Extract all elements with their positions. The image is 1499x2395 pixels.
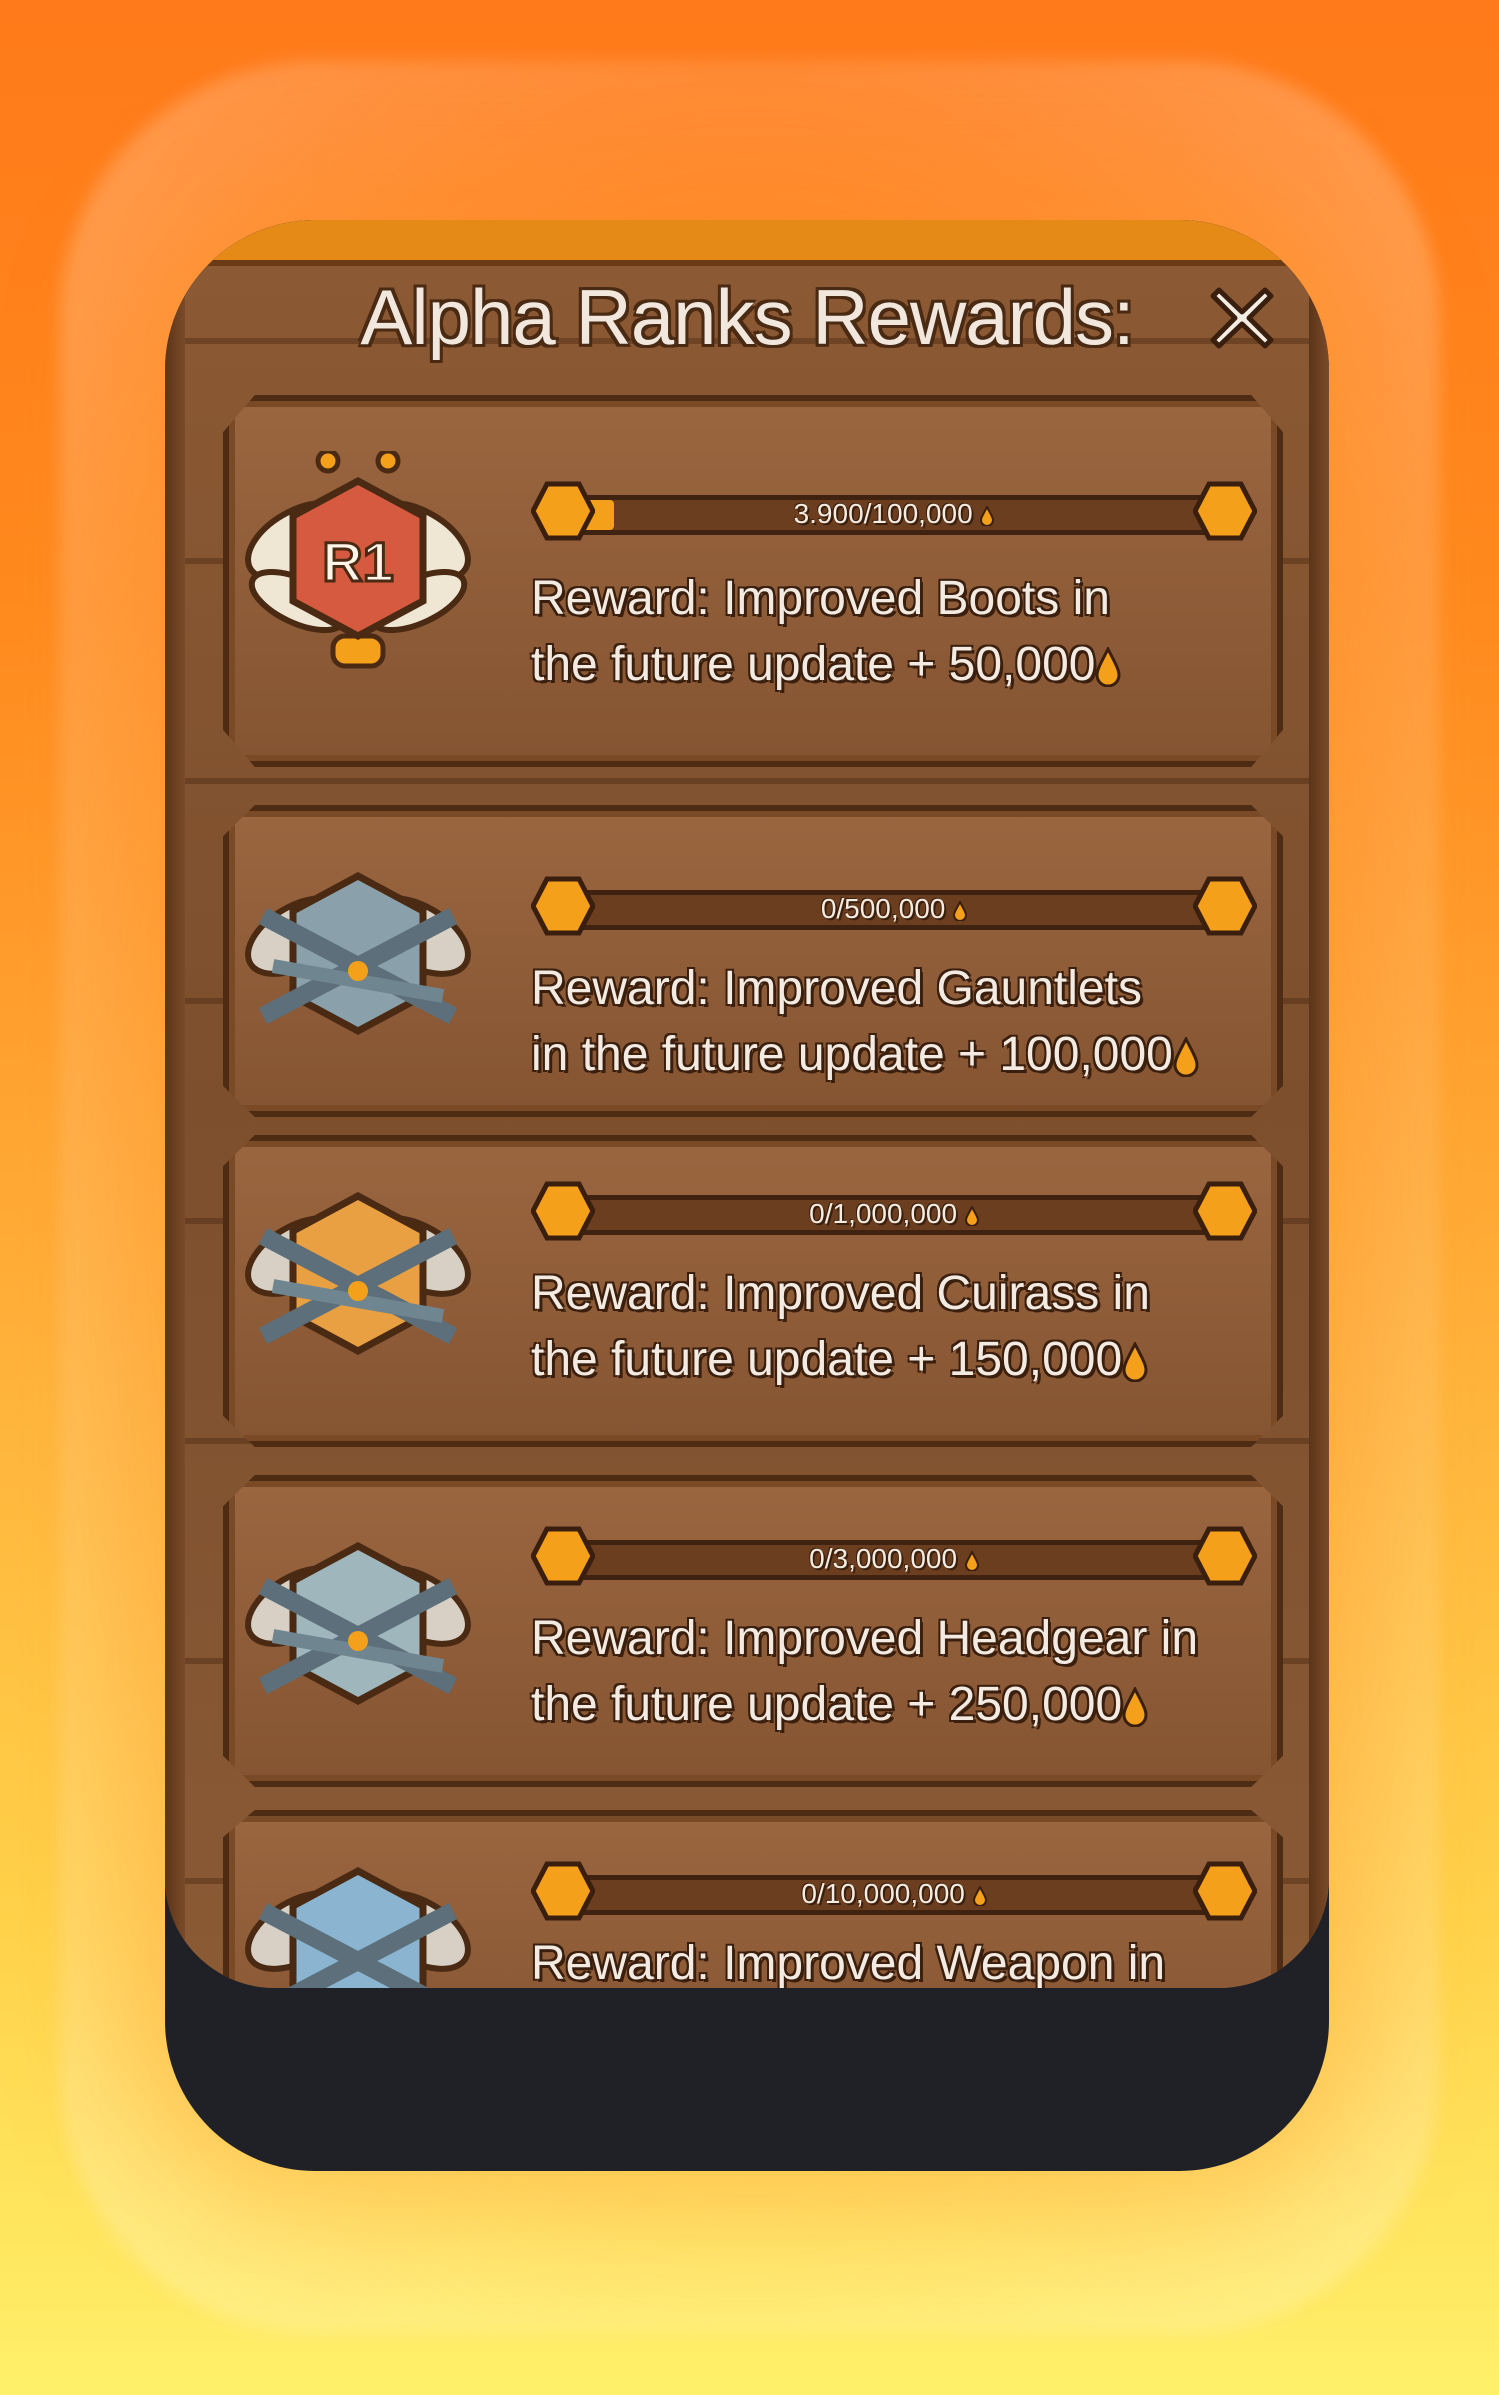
honey-drop-icon <box>980 505 995 526</box>
hex-end-icon <box>1193 876 1257 936</box>
rank-card-r2[interactable]: 0/500,000 Reward: Improved Gauntlets in … <box>223 805 1283 1117</box>
progress-bar: 0/3,000,000 <box>531 1526 1257 1586</box>
locked-rank-badge-icon <box>245 872 471 1035</box>
page-title: Alpha Ranks Rewards: <box>360 273 1134 361</box>
hex-start-icon <box>531 1181 595 1241</box>
progress-bar: 0/1,000,000 <box>531 1181 1257 1241</box>
honey-drop-icon <box>1095 647 1121 688</box>
hex-end-icon <box>1193 481 1257 541</box>
close-icon[interactable] <box>1207 282 1277 352</box>
honey-drop-icon <box>1173 1037 1199 1078</box>
progress-text: 3.900/100,000 <box>576 498 1212 530</box>
reward-text: Reward: Improved Cuirass in the future u… <box>531 1267 1150 1386</box>
locked-rank-badge-icon <box>245 1867 471 1988</box>
hex-end-icon <box>1193 1526 1257 1586</box>
locked-rank-badge-icon <box>245 1542 471 1705</box>
locked-rank-badge-icon <box>245 1192 471 1355</box>
rewards-panel[interactable]: Alpha Ranks Rewards: R1 3.900/100,000 Re… <box>165 220 1329 1988</box>
hex-end-icon <box>1193 1181 1257 1241</box>
rank-card-r3[interactable]: 0/1,000,000 Reward: Improved Cuirass in … <box>223 1135 1283 1447</box>
rank-card-r5[interactable]: 0/10,000,000 Reward: Improved Weapon in <box>223 1810 1283 1988</box>
progress-text: 0/500,000 <box>576 893 1212 925</box>
rank-card-r1[interactable]: R1 3.900/100,000 Reward: Improved Boots … <box>223 395 1283 767</box>
reward-text: Reward: Improved Headgear in the future … <box>531 1612 1199 1731</box>
honey-border <box>165 220 1329 266</box>
progress-text: 0/10,000,000 <box>576 1878 1212 1910</box>
hex-start-icon <box>531 876 595 936</box>
rank-card-r4[interactable]: 0/3,000,000 Reward: Improved Headgear in… <box>223 1475 1283 1787</box>
badge-label: R1 <box>322 530 394 593</box>
hex-start-icon <box>531 481 595 541</box>
honey-drop-icon <box>953 900 968 921</box>
progress-text: 0/3,000,000 <box>576 1543 1212 1575</box>
right-pillar <box>1309 220 1329 1988</box>
progress-bar: 0/10,000,000 <box>531 1861 1257 1921</box>
hex-end-icon <box>1193 1861 1257 1921</box>
left-pillar <box>165 220 185 1988</box>
reward-text: Reward: Improved Weapon in <box>531 1937 1166 1988</box>
progress-text: 0/1,000,000 <box>576 1198 1212 1230</box>
progress-bar: 3.900/100,000 <box>531 481 1257 541</box>
reward-text: Reward: Improved Boots in the future upd… <box>531 566 1257 698</box>
honey-drop-icon <box>1122 1342 1148 1383</box>
hex-start-icon <box>531 1526 595 1586</box>
hex-start-icon <box>531 1861 595 1921</box>
honey-drop-icon <box>964 1550 979 1571</box>
progress-bar: 0/500,000 <box>531 876 1257 936</box>
honey-drop-icon <box>972 1885 987 1906</box>
honey-drop-icon <box>1122 1687 1148 1728</box>
phone-frame: Alpha Ranks Rewards: R1 3.900/100,000 Re… <box>165 220 1329 2171</box>
honey-drop-icon <box>964 1205 979 1226</box>
reward-text: Reward: Improved Gauntlets in the future… <box>531 956 1257 1088</box>
rank-badge-r1-icon: R1 <box>245 451 471 669</box>
